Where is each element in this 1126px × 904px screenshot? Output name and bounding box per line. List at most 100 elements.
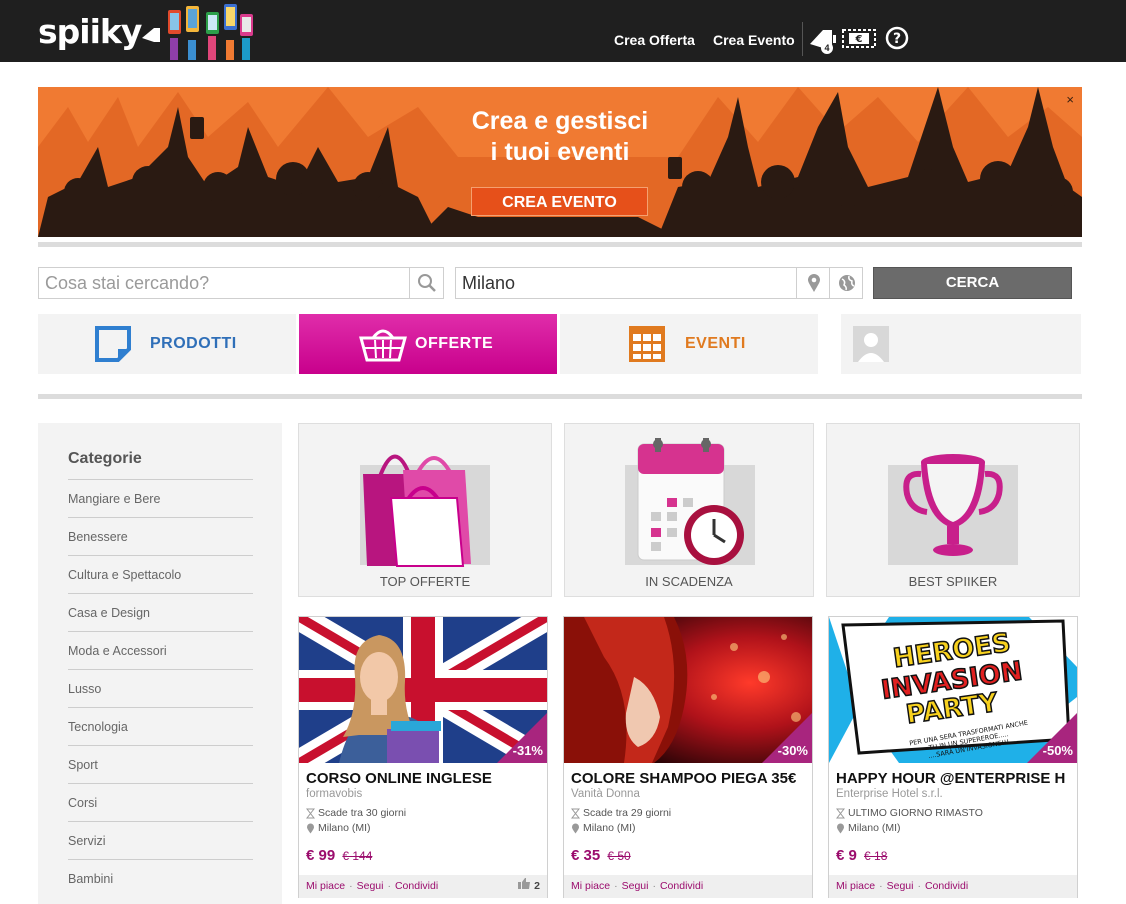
nav-divider	[802, 22, 803, 56]
offer-merchant[interactable]: Enterprise Hotel s.r.l.	[836, 788, 943, 800]
feature-label: IN SCADENZA	[645, 574, 733, 589]
feature-in-scadenza[interactable]: IN SCADENZA	[564, 423, 814, 597]
category-item[interactable]: Cultura e Spettacolo	[68, 555, 253, 593]
trophy-icon	[903, 454, 1003, 556]
offer-title[interactable]: CORSO ONLINE INGLESE	[306, 770, 544, 787]
location-input[interactable]	[456, 268, 796, 298]
separator: ·	[652, 880, 656, 892]
tab-offerte[interactable]: OFFERTE	[299, 314, 557, 374]
share-link[interactable]: Condividi	[925, 880, 968, 892]
search-icon[interactable]	[409, 268, 443, 298]
offer-merchant[interactable]: Vanità Donna	[571, 788, 640, 800]
tab-label: EVENTI	[685, 335, 746, 352]
feature-top-offerte[interactable]: TOP OFFERTE	[298, 423, 552, 597]
create-offer-link[interactable]: Crea Offerta	[614, 32, 695, 48]
location-pin-icon[interactable]	[796, 268, 830, 298]
create-event-button[interactable]: CREA EVENTO	[471, 187, 648, 216]
banner-close-button[interactable]: ×	[1066, 92, 1074, 107]
offer-card[interactable]: -31% CORSO ONLINE INGLESE formavobis Sca…	[298, 616, 548, 898]
offer-expiry-text: ULTIMO GIORNO RIMASTO	[848, 807, 983, 819]
price-original: € 18	[864, 849, 888, 863]
offer-expiry-text: Scade tra 30 giorni	[318, 807, 407, 819]
offer-expiry: ULTIMO GIORNO RIMASTO	[836, 807, 983, 819]
offer-merchant[interactable]: formavobis	[306, 788, 362, 800]
follow-link[interactable]: Segui	[622, 880, 649, 892]
globe-icon[interactable]	[829, 268, 863, 298]
location-box	[455, 267, 863, 299]
follow-link[interactable]: Segui	[887, 880, 914, 892]
category-item[interactable]: Corsi	[68, 783, 253, 821]
offer-title[interactable]: HAPPY HOUR @ENTERPRISE H	[836, 770, 1074, 787]
like-link[interactable]: Mi piace	[836, 880, 875, 892]
separator: ·	[917, 880, 921, 892]
category-item[interactable]: Mangiare e Bere	[68, 479, 253, 517]
category-item[interactable]: Lusso	[68, 669, 253, 707]
like-count-value: 2	[534, 880, 540, 892]
like-link[interactable]: Mi piace	[306, 880, 345, 892]
search-button[interactable]: CERCA	[873, 267, 1072, 299]
svg-text:?: ?	[893, 31, 901, 47]
offer-location: Milano (MI)	[306, 822, 371, 834]
tab-eventi[interactable]: EVENTI	[560, 314, 818, 374]
location-pin-icon	[307, 823, 314, 833]
offer-expiry: Scade tra 29 giorni	[571, 807, 671, 819]
help-icon[interactable]: ?	[880, 24, 914, 52]
offer-price: € 35 € 50	[571, 847, 631, 864]
create-event-link[interactable]: Crea Evento	[713, 32, 795, 48]
tab-label: OFFERTE	[415, 335, 494, 352]
like-count: 2	[518, 875, 540, 898]
search-box	[38, 267, 444, 299]
raised-phones-logo-icon	[168, 4, 253, 60]
category-item[interactable]: Casa e Design	[68, 593, 253, 631]
feature-label: BEST SPIIKER	[908, 574, 998, 589]
calendar-grid-icon	[629, 326, 665, 362]
product-tag-icon	[95, 326, 131, 362]
price-current: € 35	[571, 847, 601, 864]
price-current: € 99	[306, 847, 336, 864]
logo[interactable]: spiiky	[38, 12, 142, 52]
follow-link[interactable]: Segui	[357, 880, 384, 892]
category-item[interactable]: Moda e Accessori	[68, 631, 253, 669]
basket-icon	[359, 329, 407, 362]
offer-title[interactable]: COLORE SHAMPOO PIEGA 35€	[571, 770, 809, 787]
offer-expiry-text: Scade tra 29 giorni	[583, 807, 672, 819]
category-item[interactable]: Tecnologia	[68, 707, 253, 745]
sidebar-title: Categorie	[68, 450, 142, 467]
card-actions: Mi piace · Segui · Condividi	[564, 875, 812, 898]
offer-price: € 99 € 144	[306, 847, 372, 864]
divider	[38, 394, 1082, 399]
category-item[interactable]: Sport	[68, 745, 253, 783]
offer-card[interactable]: -30% COLORE SHAMPOO PIEGA 35€ Vanità Don…	[563, 616, 813, 898]
offer-location-text: Milano (MI)	[848, 822, 901, 834]
hourglass-icon	[836, 808, 845, 818]
category-item[interactable]: Benessere	[68, 517, 253, 555]
banner-title-line1: Crea e gestisci	[471, 107, 649, 135]
discount-badge: -30%	[777, 743, 808, 758]
calendar-clock-icon	[637, 438, 744, 565]
ticket-euro-icon[interactable]: €	[842, 24, 876, 52]
separator: ·	[614, 880, 618, 892]
like-link[interactable]: Mi piace	[571, 880, 610, 892]
megaphone-logo-icon	[142, 28, 160, 42]
top-bar: spiiky Crea Offerta Crea Evento 4 € ?	[0, 0, 1126, 62]
svg-text:€: €	[855, 34, 863, 45]
card-actions: Mi piace · Segui · Condividi 2	[299, 875, 547, 898]
user-profile-box[interactable]	[841, 314, 1081, 374]
offer-image: -31%	[299, 617, 547, 763]
category-item[interactable]: Bambini	[68, 859, 253, 897]
price-original: € 50	[607, 849, 631, 863]
divider	[38, 242, 1082, 247]
tab-prodotti[interactable]: PRODOTTI	[38, 314, 296, 374]
location-pin-icon	[837, 823, 844, 833]
offer-card[interactable]: HEROES INVASION PARTY PER UNA SERA TRASF…	[828, 616, 1078, 898]
share-link[interactable]: Condividi	[660, 880, 703, 892]
offer-expiry: Scade tra 30 giorni	[306, 807, 406, 819]
discount-badge: -50%	[1042, 743, 1073, 758]
create-event-banner: Crea e gestisci i tuoi eventi CREA EVENT…	[38, 87, 1082, 237]
price-current: € 9	[836, 847, 857, 864]
category-item[interactable]: Servizi	[68, 821, 253, 859]
feature-best-spiiker[interactable]: BEST SPIIKER	[826, 423, 1080, 597]
search-input[interactable]	[39, 268, 409, 298]
offer-image: -30%	[564, 617, 812, 763]
share-link[interactable]: Condividi	[395, 880, 438, 892]
